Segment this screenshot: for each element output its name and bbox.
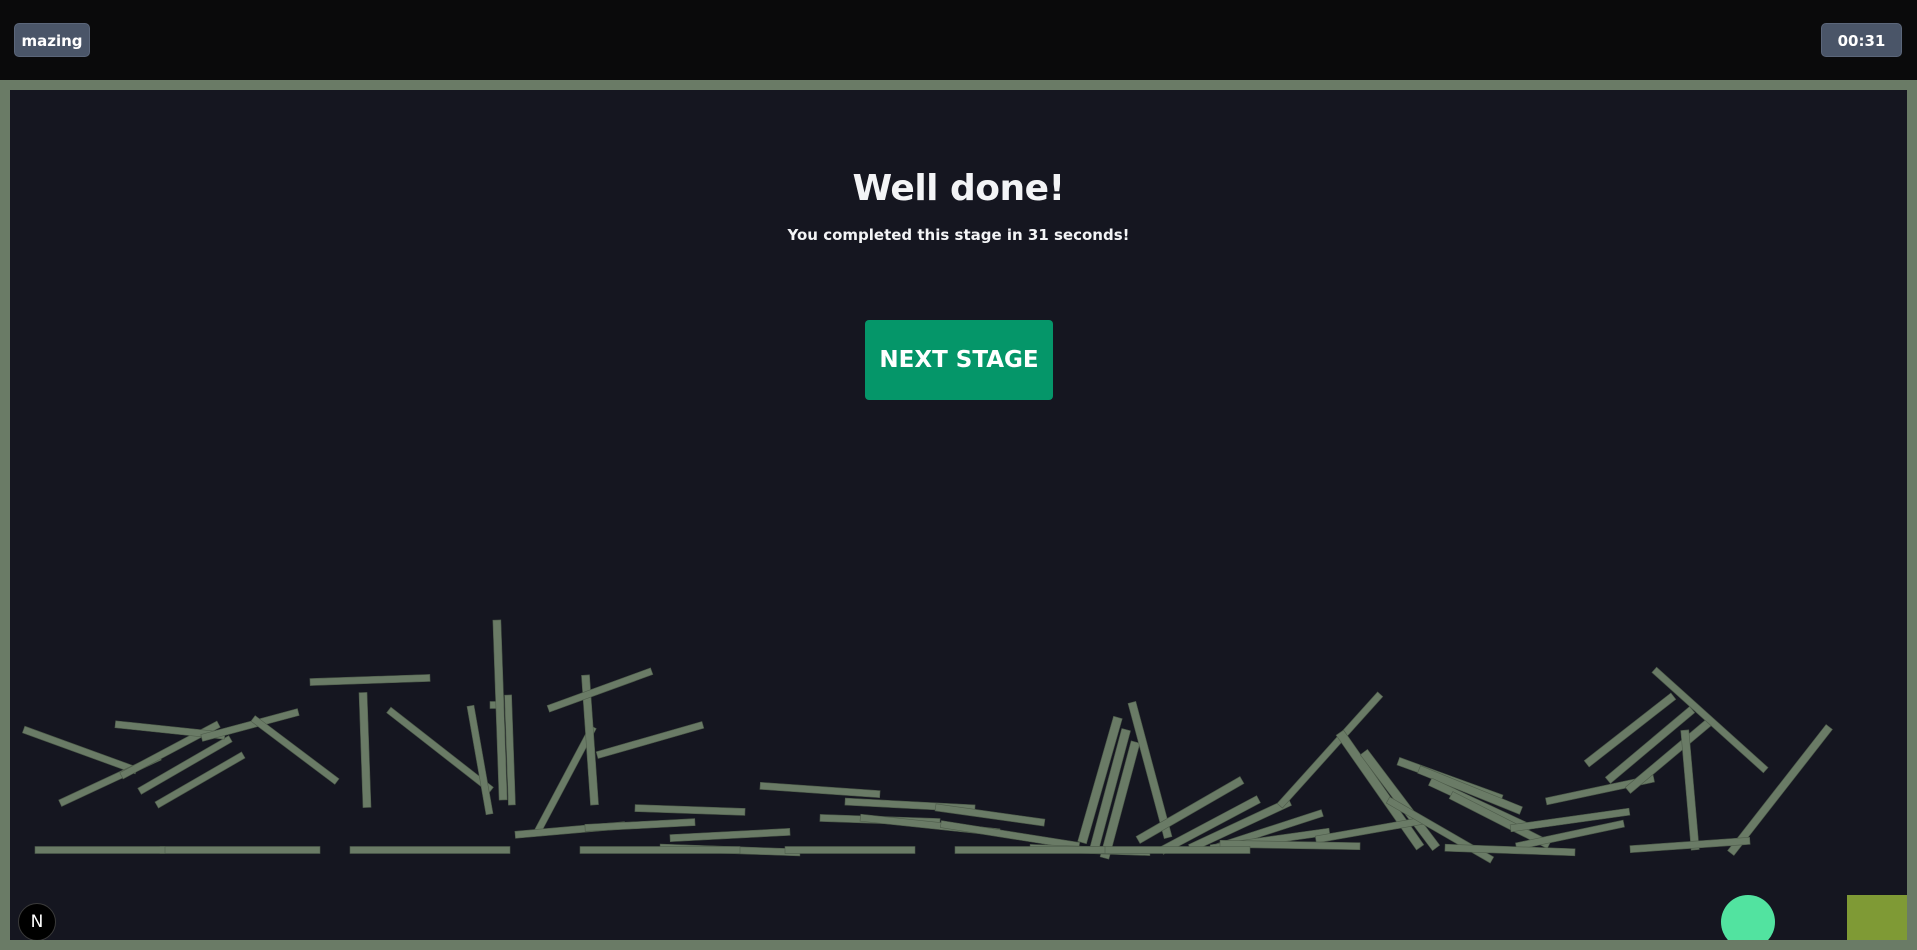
next-stage-button[interactable]: NEXT STAGE <box>865 320 1053 400</box>
player-ball <box>1721 895 1775 940</box>
fallen-wall-segment <box>1680 729 1700 851</box>
fallen-wall-segment <box>34 846 166 854</box>
goal-square <box>1847 895 1907 940</box>
fallen-wall-segment <box>250 715 340 785</box>
fallen-wall-segment <box>349 846 511 854</box>
fallen-wall-segment <box>1089 846 1251 854</box>
fallen-wall-segment <box>584 818 696 832</box>
brand-button[interactable]: mazing <box>14 23 90 57</box>
stage-complete-title: Well done! <box>852 168 1065 209</box>
game-arena: Well done! You completed this stage in 3… <box>10 90 1907 940</box>
top-bar: mazing 00:31 <box>0 0 1917 80</box>
collapsed-maze-walls <box>22 619 1833 864</box>
fallen-wall-segment <box>669 828 791 842</box>
fallen-wall-segment <box>1727 724 1833 856</box>
n-badge-icon[interactable]: N <box>18 903 56 940</box>
fallen-wall-segment <box>358 692 372 808</box>
fallen-wall-segment <box>159 846 321 854</box>
fallen-wall-segment <box>579 846 741 854</box>
fallen-wall-segment <box>546 667 654 713</box>
fallen-wall-segment <box>939 820 1081 850</box>
fallen-wall-segment <box>759 782 881 798</box>
timer-display: 00:31 <box>1821 23 1902 57</box>
fallen-wall-segment <box>309 674 431 686</box>
fallen-wall-segment <box>22 725 138 775</box>
fallen-wall-segment <box>466 704 494 816</box>
fallen-wall-segment <box>954 846 1106 854</box>
fallen-wall-segment <box>1444 843 1576 857</box>
game-arena-frame: Well done! You completed this stage in 3… <box>0 80 1917 950</box>
fallen-wall-segment <box>634 804 746 816</box>
fallen-wall-segment <box>595 721 705 759</box>
fallen-wall-segment <box>784 846 916 854</box>
fallen-wall-segment <box>1127 700 1173 840</box>
stage-complete-message: You completed this stage in 31 seconds! <box>787 226 1130 244</box>
